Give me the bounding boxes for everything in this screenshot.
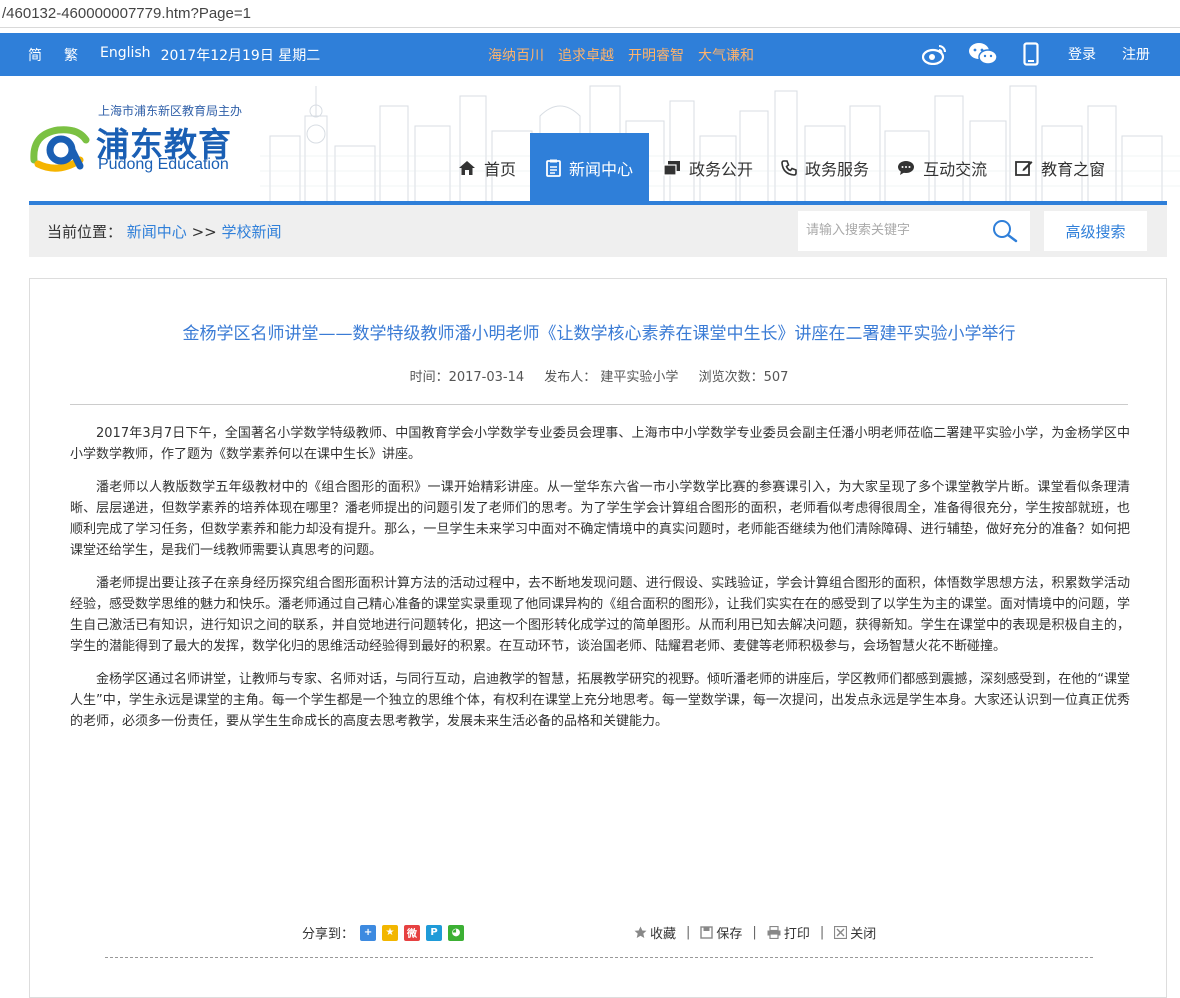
star-icon [634, 926, 647, 939]
site-header: 上海市浦东新区教育局主办 浦东教育 Pudong Education 首页 新闻… [0, 76, 1180, 202]
article-time: 时间：2017-03-14 [409, 370, 525, 385]
nav-label-service: 政务服务 [805, 159, 870, 179]
article-panel: 金杨学区名师讲堂——数学特级教师潘小明老师《让数学核心素养在课堂中生长》讲座在二… [29, 278, 1167, 998]
wechat-share-icon[interactable]: ◕ [448, 924, 465, 941]
nav-label-interaction: 互动交流 [923, 159, 988, 179]
logo-mark-icon [30, 126, 90, 172]
save-icon [700, 926, 714, 939]
nav-label-home: 首页 [484, 159, 517, 179]
nav-item-government[interactable]: 政务公开 [649, 133, 767, 202]
phone-icon [781, 159, 797, 176]
tool-separator: | [819, 925, 825, 940]
search-icon[interactable] [992, 219, 1018, 247]
login-link[interactable]: 登录 [1068, 44, 1096, 64]
breadcrumb-bar: 当前位置： 新闻中心 >> 学校新闻 高级搜索 [29, 205, 1167, 257]
article-meta: 时间：2017-03-14 发布人： 建平实验小学 浏览次数：507 [30, 366, 1168, 385]
breadcrumb-prefix: 当前位置： [47, 223, 123, 241]
print-button[interactable]: 打印 [767, 923, 810, 942]
register-link[interactable]: 注册 [1122, 44, 1150, 64]
close-button[interactable]: 关闭 [834, 923, 876, 942]
slogan-1: 海纳百川 [488, 48, 544, 64]
close-label: 关闭 [850, 927, 877, 942]
tool-separator: | [752, 925, 757, 940]
logo-owner-text: 上海市浦东新区教育局主办 [98, 104, 243, 118]
footer-divider [105, 957, 1093, 958]
close-icon [834, 926, 848, 939]
tencent-weibo-icon[interactable]: P [426, 924, 443, 941]
save-label: 保存 [716, 927, 743, 942]
breadcrumb-separator: >> [191, 223, 217, 241]
tool-separator: | [686, 925, 691, 940]
article-paragraph: 潘老师以人教版数学五年级教材中的《组合图形的面积》一课开始精彩讲座。从一堂华东六… [70, 480, 1130, 558]
slogan-4: 大气谦和 [698, 48, 754, 64]
breadcrumb-link-news[interactable]: 新闻中心 [127, 223, 187, 241]
slogan-2: 追求卓越 [558, 48, 614, 64]
add-share-icon[interactable]: + [360, 924, 377, 941]
top-bar: 简 繁 English 2017年12月19日 星期二 海纳百川 追求卓越 开明… [0, 33, 1180, 76]
breadcrumb-link-school-news[interactable]: 学校新闻 [222, 223, 282, 241]
slogan-3: 开明睿智 [628, 48, 684, 64]
url-text: /460132-460000007779.htm?Page=1 [2, 5, 251, 22]
article-views: 浏览次数：507 [698, 370, 789, 385]
sina-weibo-icon[interactable]: 微 [404, 924, 421, 941]
article-paragraph: 2017年3月7日下午，全国著名小学数学特级教师、中国教育学会小学数学专业委员会… [70, 426, 1130, 462]
main-nav: 首页 新闻中心 政务公开 政务服务 互动交流 教育之窗 [444, 133, 1119, 202]
edit-icon [1015, 159, 1033, 176]
nav-item-news[interactable]: 新闻中心 [530, 133, 650, 202]
favorite-label: 收藏 [650, 927, 677, 942]
article-tools: 收藏 | 保存 | 打印 | 关闭 [634, 923, 876, 942]
article-paragraph: 金杨学区通过名师讲堂，让教师与专家、名师对话，与同行互动，启迪教学的智慧，拓展教… [70, 672, 1130, 729]
stack-icon [663, 160, 681, 176]
logo-name-en: Pudong Education [98, 156, 229, 173]
qzone-icon[interactable]: ★ [382, 924, 399, 941]
article-body: 2017年3月7日下午，全国著名小学数学特级教师、中国教育学会小学数学专业委员会… [70, 423, 1130, 744]
favorite-button[interactable]: 收藏 [634, 923, 676, 942]
current-date: 2017年12月19日 星期二 [160, 48, 321, 64]
home-icon [458, 160, 476, 176]
article-publisher: 发布人： 建平实验小学 [544, 370, 679, 385]
advanced-search-button[interactable]: 高级搜索 [1044, 211, 1147, 251]
search-box [798, 211, 1030, 251]
search-input[interactable] [798, 211, 978, 249]
lang-english-link[interactable]: English [100, 45, 151, 65]
print-icon [767, 926, 781, 939]
breadcrumb: 当前位置： 新闻中心 >> 学校新闻 [47, 221, 282, 242]
nav-label-government: 政务公开 [689, 159, 754, 179]
save-button[interactable]: 保存 [700, 923, 742, 942]
article-paragraph: 潘老师提出要让孩子在亲身经历探究组合图形面积计算方法的活动过程中，去不断地发现问… [70, 576, 1130, 654]
share-bar: 分享到： + ★ 微 P ◕ [302, 923, 465, 942]
nav-item-home[interactable]: 首页 [444, 133, 530, 202]
print-label: 打印 [783, 927, 810, 942]
article-title: 金杨学区名师讲堂——数学特级教师潘小明老师《让数学核心素养在课堂中生长》讲座在二… [182, 324, 1016, 344]
lang-traditional-link[interactable]: 繁 [64, 45, 78, 65]
lang-simplified-link[interactable]: 简 [28, 45, 42, 65]
slogans: 海纳百川 追求卓越 开明睿智 大气谦和 [488, 45, 768, 65]
title-divider [70, 404, 1128, 405]
nav-item-service[interactable]: 政务服务 [767, 133, 883, 202]
nav-item-window[interactable]: 教育之窗 [1001, 133, 1119, 202]
share-label: 分享到： [302, 927, 355, 942]
chat-icon [897, 160, 915, 176]
weibo-icon[interactable] [920, 39, 950, 69]
nav-item-interaction[interactable]: 互动交流 [883, 133, 1001, 202]
address-bar[interactable]: /460132-460000007779.htm?Page=1 [0, 0, 1180, 28]
document-icon [546, 159, 561, 177]
mobile-icon[interactable] [1016, 39, 1046, 69]
nav-label-news: 新闻中心 [569, 159, 634, 179]
wechat-icon[interactable] [968, 39, 998, 69]
nav-label-window: 教育之窗 [1041, 159, 1106, 179]
